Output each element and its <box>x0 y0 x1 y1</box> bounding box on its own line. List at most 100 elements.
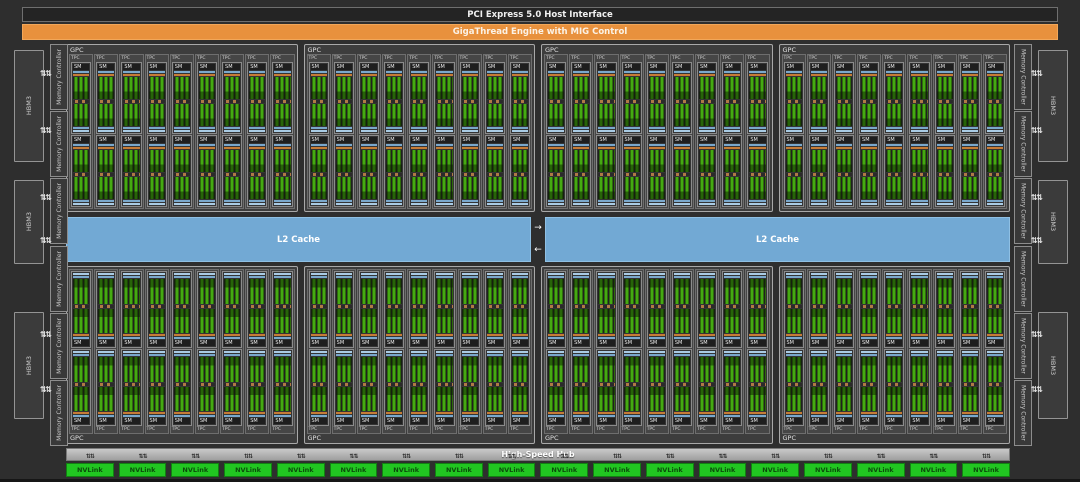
sm-label: SM <box>511 340 529 346</box>
sm-l1-data-bar <box>986 273 1004 275</box>
sm-tensor-core-row <box>148 382 165 386</box>
sm-tensor-core-row <box>861 382 878 386</box>
sm-block: SM <box>308 135 329 207</box>
nvlink-port: ⇅⇅ NVLink <box>276 454 325 477</box>
sm-core-array <box>724 177 741 199</box>
sm-l1-instruction-bar <box>699 337 716 339</box>
sm-scheduler-bar <box>386 74 403 76</box>
tpc-label: TPC <box>308 56 318 61</box>
sm-label: SM <box>148 340 165 346</box>
sm-l1-instruction-bar <box>198 71 216 73</box>
sm-scheduler-bar <box>461 334 478 336</box>
sm-tensor-core-row <box>386 100 403 103</box>
sm-tex-bar <box>548 276 565 278</box>
tpc-label: TPC <box>808 56 818 61</box>
sm-tensor-core-row <box>98 173 115 176</box>
sm-core-array <box>936 308 953 333</box>
sm-tensor-core-row <box>511 304 529 308</box>
sm-l1-data-bar <box>673 203 691 205</box>
sm-tensor-core-row <box>699 173 716 176</box>
sm-tensor-core-row <box>961 100 978 103</box>
sm-tensor-core-row <box>173 304 190 308</box>
sm-l1-instruction-bar <box>411 415 428 417</box>
sm-scheduler-bar <box>548 74 565 76</box>
sm-core-array <box>623 77 640 99</box>
sm-core-array <box>173 77 190 99</box>
gpc-label: GPC <box>545 46 559 54</box>
sm-l1-instruction-bar <box>198 415 216 417</box>
sm-scheduler-bar <box>936 147 953 149</box>
sm-scheduler-bar <box>835 412 853 414</box>
sm-label: SM <box>148 137 165 143</box>
sm-l1-data-bar <box>224 351 241 353</box>
tpc-label: TPC <box>959 56 969 61</box>
sm-l1-data-bar <box>360 351 378 353</box>
sm-block: SM <box>358 271 380 348</box>
tpc-block: TPC SM SM <box>745 54 770 209</box>
tpc-label: TPC <box>671 56 681 61</box>
sm-scheduler-bar <box>835 147 853 149</box>
sm-tex-bar <box>386 127 403 129</box>
sm-tensor-core-row <box>886 304 903 308</box>
sm-scheduler-bar <box>411 147 428 149</box>
sm-l1-instruction-bar <box>785 337 802 339</box>
nvlink-label: NVLink <box>340 466 367 474</box>
sm-scheduler-bar <box>511 74 529 76</box>
sm-l1-instruction-bar <box>310 337 327 339</box>
sm-scheduler-bar <box>785 412 802 414</box>
sm-tex-bar <box>173 200 190 202</box>
sm-core-array <box>411 279 428 304</box>
sm-label: SM <box>648 418 665 424</box>
sm-tensor-core-row <box>274 100 291 103</box>
sm-core-array <box>623 279 640 304</box>
sm-block: SM <box>722 271 743 348</box>
sm-label: SM <box>673 340 691 346</box>
sm-l1-data-bar <box>73 203 90 205</box>
sm-l1-instruction-bar <box>598 337 615 339</box>
tpc-block: TPC SM SM <box>432 54 457 209</box>
nvlink-label: NVLink <box>815 466 841 474</box>
sm-core-array <box>861 386 878 411</box>
sm-label: SM <box>673 137 691 143</box>
gpc-block: GPC TPC SM SM TPC SM SM TPC SM SM TPC SM SM TPC SM SM TP… <box>66 44 298 212</box>
sm-label: SM <box>936 64 953 70</box>
tpc-label: TPC <box>747 427 756 432</box>
sm-block: SM <box>272 62 293 134</box>
sm-block: SM <box>909 62 930 134</box>
sm-tex-bar <box>411 200 428 202</box>
sm-tex-bar <box>623 276 640 278</box>
sm-tex-bar <box>386 354 403 356</box>
tpc-label: TPC <box>358 427 368 432</box>
sm-tensor-core-row <box>961 304 978 308</box>
sm-tensor-core-row <box>835 100 853 103</box>
sm-core-array <box>911 150 928 172</box>
sm-label: SM <box>785 137 802 143</box>
hbm3-label: HBM3 <box>25 355 33 376</box>
sm-l1-data-bar <box>73 130 90 132</box>
sm-core-array <box>486 77 503 99</box>
sm-l1-instruction-bar <box>274 144 291 146</box>
sm-core-array <box>835 177 853 199</box>
sm-core-array <box>486 104 503 126</box>
sm-l1-instruction-bar <box>461 337 478 339</box>
sm-tex-bar <box>673 127 691 129</box>
sm-l1-data-bar <box>198 273 216 275</box>
sm-core-array <box>73 150 90 172</box>
sm-tensor-core-row <box>886 100 903 103</box>
sm-label: SM <box>123 418 140 424</box>
sm-l1-instruction-bar <box>548 71 565 73</box>
sm-core-array <box>198 279 216 304</box>
sm-label: SM <box>699 340 716 346</box>
tpc-label: TPC <box>596 427 605 432</box>
tpc-label: TPC <box>808 427 818 432</box>
tpc-block: TPC SM SM <box>806 54 831 209</box>
sm-core-array <box>961 150 978 172</box>
sm-core-array <box>224 150 241 172</box>
sm-label: SM <box>835 340 853 346</box>
sm-tex-bar <box>598 276 615 278</box>
nvlink-block: NVLink <box>66 463 114 477</box>
tpc-block: TPC SM SM <box>644 269 669 434</box>
sm-tensor-core-row <box>573 173 590 176</box>
nvlink-row: ⇅⇅ NVLink ⇅⇅ NVLink ⇅⇅ NVLink ⇅⇅ NVLink ⇅⇅ NVLink… <box>66 454 1010 477</box>
sm-core-array <box>73 104 90 126</box>
